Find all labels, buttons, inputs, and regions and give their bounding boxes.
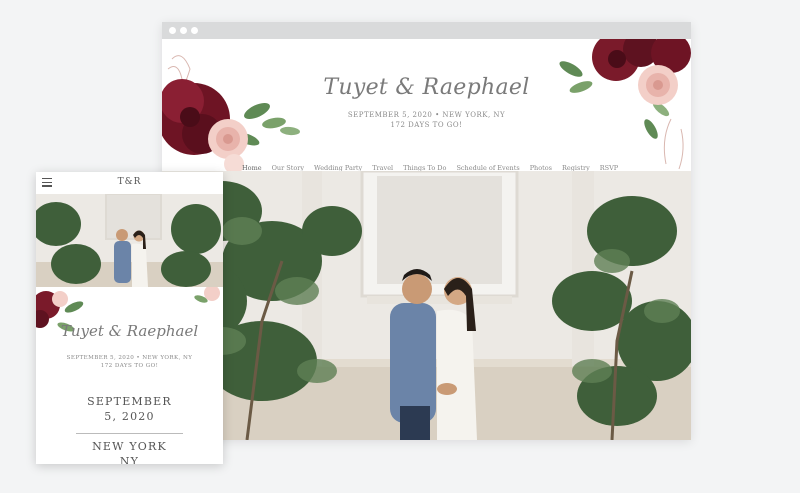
mobile-countdown: 172 DAYS TO GO! [100, 363, 159, 369]
mobile-preview-window: T&R Tuyet & Raephael SEPTEMBER 5, 2020 •… [36, 172, 223, 464]
mobile-location-line-2: NY [119, 455, 140, 464]
hero-photo [162, 171, 691, 440]
desktop-preview-window: Tuyet & Raephael SEPTEMBER 5, 2020 • NEW… [162, 22, 691, 440]
monogram: T&R [117, 177, 142, 187]
mobile-couple-title: Tuyet & Raephael [60, 322, 199, 340]
floral-right-decoration [559, 39, 691, 170]
window-dot-icon [169, 27, 176, 34]
mobile-date-line-1: SEPTEMBER [87, 395, 172, 408]
floral-left-decoration [162, 55, 300, 171]
browser-chrome [162, 22, 691, 39]
window-dot-icon [180, 27, 187, 34]
mobile-date-line-2: 5, 2020 [104, 410, 155, 423]
date-location: SEPTEMBER 5, 2020 • NEW YORK, NY [347, 111, 506, 119]
countdown: 172 DAYS TO GO! [390, 121, 463, 129]
divider [76, 433, 183, 434]
couple-title: Tuyet & Raephael [323, 75, 530, 100]
mobile-location-line-1: NEW YORK [92, 440, 167, 453]
mobile-header-bar: T&R [36, 172, 223, 195]
mobile-date-location: SEPTEMBER 5, 2020 • NEW YORK, NY [66, 355, 193, 361]
window-dot-icon [191, 27, 198, 34]
mobile-hero-photo [36, 194, 223, 287]
site-header: Tuyet & Raephael SEPTEMBER 5, 2020 • NEW… [162, 39, 691, 175]
